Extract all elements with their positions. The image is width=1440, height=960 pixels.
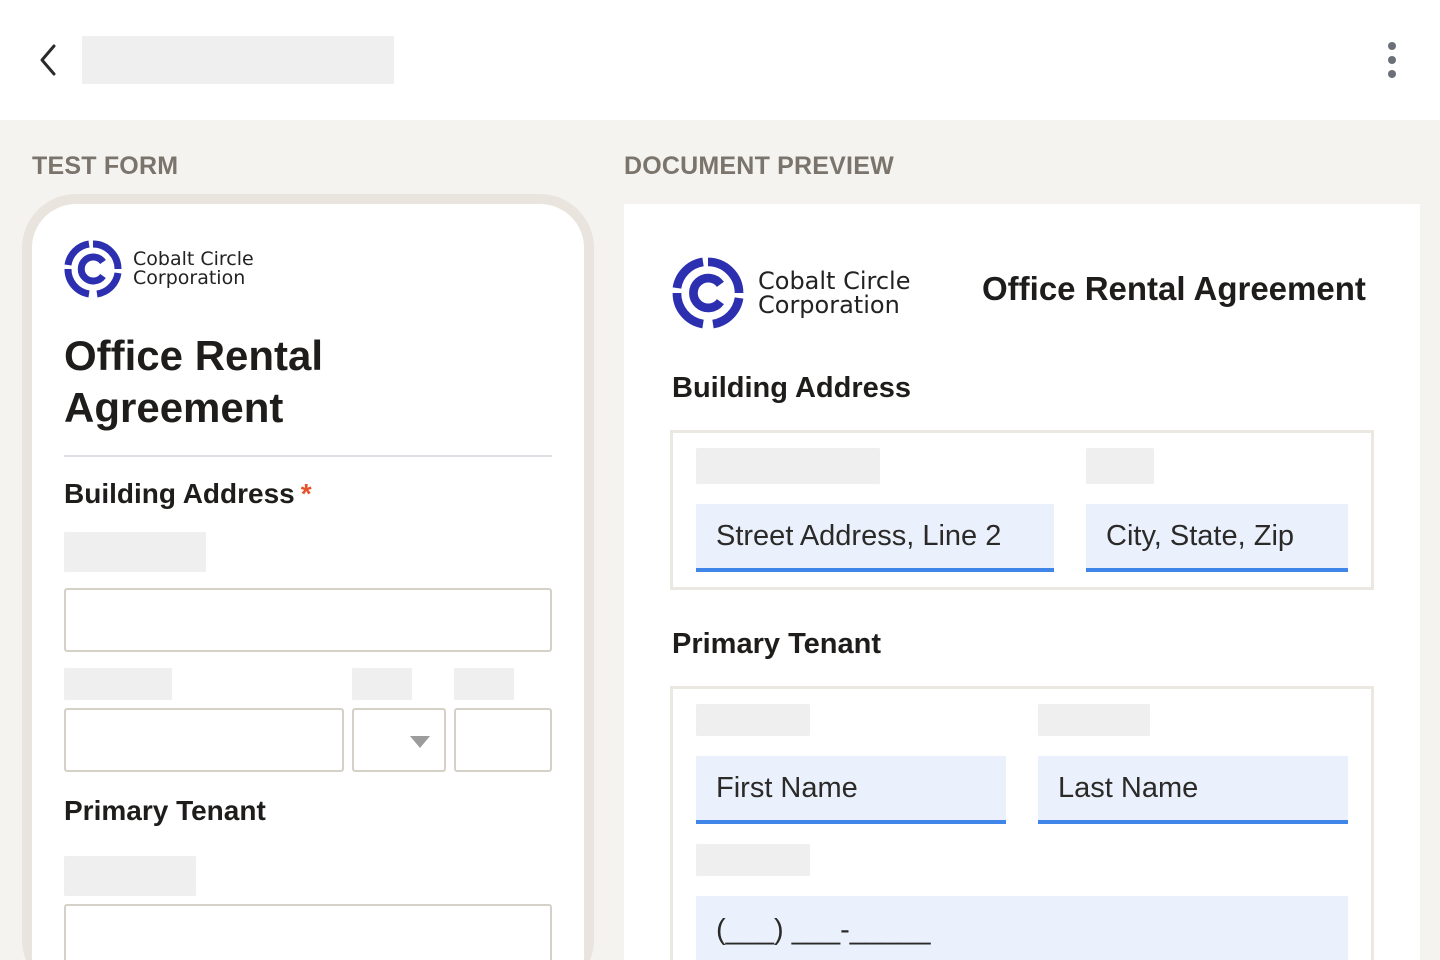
zip-input[interactable] bbox=[454, 708, 552, 772]
document-logo: Cobalt Circle Corporation bbox=[672, 257, 910, 329]
street-address-input[interactable] bbox=[64, 588, 552, 652]
city-label-placeholder bbox=[64, 668, 172, 700]
first-name-label-placeholder bbox=[696, 704, 810, 736]
test-form-screen bbox=[32, 204, 584, 960]
logo-line-2: Corporation bbox=[133, 267, 246, 289]
street-label-placeholder bbox=[64, 532, 206, 572]
form-divider bbox=[64, 455, 552, 457]
street-label-placeholder bbox=[696, 448, 880, 484]
document-title: Office Rental Agreement bbox=[982, 270, 1366, 307]
city-label-placeholder bbox=[1086, 448, 1154, 484]
street-address-line-2-field[interactable]: Street Address, Line 2 bbox=[696, 504, 1054, 572]
city-input[interactable] bbox=[64, 708, 344, 772]
document-primary-tenant-heading: Primary Tenant bbox=[672, 628, 881, 660]
back-button[interactable] bbox=[30, 40, 66, 80]
chevron-left-icon bbox=[40, 44, 56, 76]
tenant-name-input[interactable] bbox=[64, 904, 552, 960]
document-preview-label: DOCUMENT PREVIEW bbox=[624, 152, 894, 180]
city-state-zip-field[interactable]: City, State, Zip bbox=[1086, 504, 1348, 572]
cobalt-circle-logo-icon bbox=[672, 257, 744, 329]
top-bar bbox=[0, 0, 1440, 120]
phone-label-placeholder bbox=[696, 844, 810, 876]
cobalt-circle-logo-icon bbox=[64, 240, 122, 298]
document-building-address-heading: Building Address bbox=[672, 372, 911, 404]
state-label-placeholder bbox=[352, 668, 412, 700]
first-name-field[interactable]: First Name bbox=[696, 756, 1006, 824]
zip-label-placeholder bbox=[454, 668, 514, 700]
page-title-placeholder bbox=[82, 36, 394, 84]
more-options-button[interactable] bbox=[1376, 38, 1408, 82]
test-form-label: TEST FORM bbox=[32, 152, 179, 180]
more-vertical-icon bbox=[1388, 42, 1396, 50]
logo-line-2: Corporation bbox=[758, 291, 900, 319]
form-title: Office Rental Agreement bbox=[64, 332, 324, 431]
required-asterisk: * bbox=[300, 478, 312, 509]
building-address-label: Building Address bbox=[64, 478, 295, 509]
last-name-field[interactable]: Last Name bbox=[1038, 756, 1348, 824]
state-select[interactable] bbox=[352, 708, 446, 772]
building-address-heading: Building Address * bbox=[64, 478, 312, 510]
phone-field[interactable]: (___) ___-_____ bbox=[696, 896, 1348, 960]
last-name-label-placeholder bbox=[1038, 704, 1150, 736]
primary-tenant-heading: Primary Tenant bbox=[64, 795, 266, 826]
logo-line-1: Cobalt Circle bbox=[758, 267, 911, 295]
company-logo: Cobalt Circle Corporation bbox=[64, 240, 254, 298]
tenant-label-placeholder bbox=[64, 856, 196, 896]
dropdown-arrow-icon bbox=[410, 736, 430, 748]
